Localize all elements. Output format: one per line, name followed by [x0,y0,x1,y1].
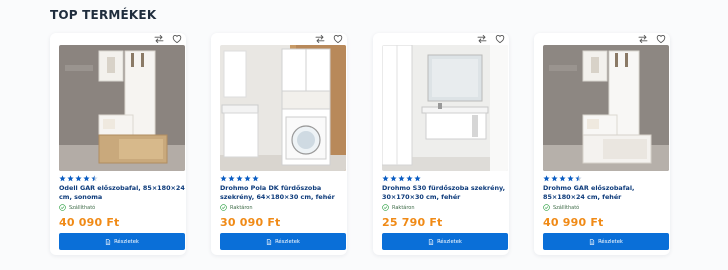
star-icon [83,175,90,182]
star-icon [551,175,558,182]
product-image[interactable] [59,45,185,171]
product-card: Drohmo GAR előszobafal, 85×180×24 cm, fe… [534,33,670,255]
rating-stars [220,175,259,183]
compare-arrows-icon[interactable] [154,34,164,44]
bathroom-cabinet-image [220,45,346,171]
compare-arrows-icon[interactable] [477,34,487,44]
details-button-label: Részletek [437,238,462,245]
star-half-icon [575,175,582,182]
product-price: 40 990 Ft [543,216,604,229]
stock-status: Szállítható [543,203,579,212]
document-icon [105,238,111,245]
product-image[interactable] [382,45,508,171]
star-icon [252,175,259,182]
stock-status: Raktáron [220,203,253,212]
star-icon [398,175,405,182]
product-image[interactable] [220,45,346,171]
star-icon [414,175,421,182]
details-button-label: Részletek [598,238,623,245]
document-icon [266,238,272,245]
star-icon [75,175,82,182]
stock-label: Raktáron [230,204,253,211]
star-icon [382,175,389,182]
bathroom-cabinet-image [382,45,508,171]
product-carousel: Odell GAR előszobafal, 85×180×24 cm, son… [50,33,690,263]
star-icon [406,175,413,182]
product-name[interactable]: Drohmo S30 fürdőszoba szekrény, 30×170×3… [382,184,508,201]
details-button[interactable]: Részletek [220,233,346,250]
hallway-wardrobe-image [59,45,185,171]
card-actions [154,34,182,44]
stock-status: Szállítható [59,203,95,212]
star-icon [559,175,566,182]
card-actions [638,34,666,44]
section-title: TOP TERMÉKEK [50,8,157,22]
document-icon [589,238,595,245]
product-price: 40 090 Ft [59,216,120,229]
star-half-icon [91,175,98,182]
product-name[interactable]: Drohmo Pola DK fürdőszoba szekrény, 64×1… [220,184,346,201]
heart-icon[interactable] [172,34,182,44]
product-name[interactable]: Drohmo GAR előszobafal, 85×180×24 cm, fe… [543,184,669,201]
product-price: 25 790 Ft [382,216,443,229]
product-card: Odell GAR előszobafal, 85×180×24 cm, son… [50,33,186,255]
product-card: Drohmo S30 fürdőszoba szekrény, 30×170×3… [373,33,509,255]
rating-stars [382,175,421,183]
star-icon [543,175,550,182]
details-button-label: Részletek [275,238,300,245]
star-icon [228,175,235,182]
stock-label: Raktáron [392,204,415,211]
rating-stars [59,175,98,183]
compare-arrows-icon[interactable] [315,34,325,44]
heart-icon[interactable] [656,34,666,44]
star-icon [244,175,251,182]
product-price: 30 090 Ft [220,216,281,229]
check-circle-icon [59,204,66,211]
card-actions [477,34,505,44]
details-button[interactable]: Részletek [59,233,185,250]
stock-label: Szállítható [69,204,96,211]
product-name[interactable]: Odell GAR előszobafal, 85×180×24 cm, son… [59,184,185,201]
details-button[interactable]: Részletek [382,233,508,250]
star-icon [390,175,397,182]
heart-icon[interactable] [333,34,343,44]
star-icon [220,175,227,182]
check-circle-icon [382,204,389,211]
card-actions [315,34,343,44]
document-icon [428,238,434,245]
product-image[interactable] [543,45,669,171]
heart-icon[interactable] [495,34,505,44]
rating-stars [543,175,582,183]
details-button[interactable]: Részletek [543,233,669,250]
star-icon [236,175,243,182]
product-card: Drohmo Pola DK fürdőszoba szekrény, 64×1… [211,33,347,255]
star-icon [567,175,574,182]
check-circle-icon [220,204,227,211]
star-icon [67,175,74,182]
details-button-label: Részletek [114,238,139,245]
hallway-wardrobe-image [543,45,669,171]
stock-label: Szállítható [553,204,580,211]
stock-status: Raktáron [382,203,415,212]
star-icon [59,175,66,182]
check-circle-icon [543,204,550,211]
compare-arrows-icon[interactable] [638,34,648,44]
